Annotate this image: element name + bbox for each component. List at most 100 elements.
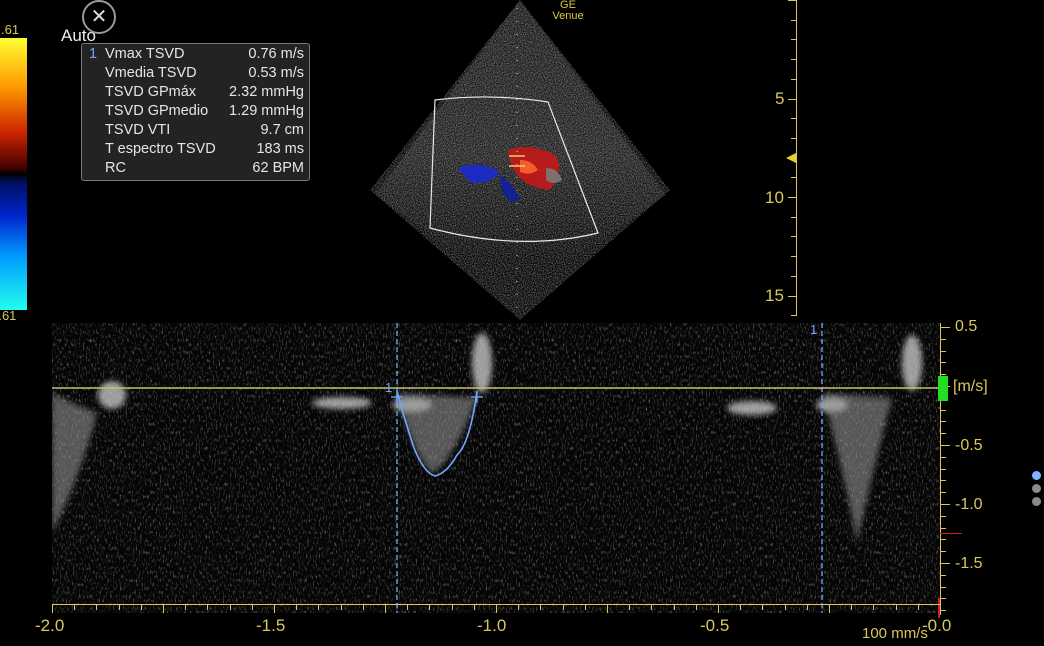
time-tick [851,604,852,610]
velocity-tick [940,551,946,552]
depth-tick [791,217,797,218]
time-tick [52,604,53,613]
time-tick [896,604,897,610]
time-tick [940,604,941,613]
measurement-value: 1.29 mmHg [229,103,304,119]
velocity-label: -1.5 [955,555,983,572]
measurement-label: TSVD GPmáx [105,84,197,100]
time-tick [563,604,564,610]
velocity-tick [940,575,946,576]
velocity-tick [940,410,946,411]
time-tick [341,604,342,610]
measurement-label: Vmax TSVD [105,46,185,62]
time-label: -2.0 [35,616,65,635]
velocity-tick [940,504,950,505]
probe-model: Venue [552,10,584,22]
depth-tick [791,20,797,21]
caliper-label: 1 [810,322,818,337]
depth-label: 5 [775,89,785,108]
measurement-label: T espectro TSVD [105,141,216,157]
velocity-tick [940,421,946,422]
velocity-tick [940,362,946,363]
measurement-row: 1 Vmax TSVD 0.76 m/s [82,45,309,64]
measurement-row: Vmedia TSVD 0.53 m/s [82,64,309,83]
velocity-tick [940,528,946,529]
depth-tick [788,99,797,100]
focus-marker-icon[interactable] [786,152,798,164]
time-tick [385,604,386,613]
probe-logo: GE Venue [540,0,596,22]
velocity-tick [940,480,946,481]
time-tick [185,604,186,610]
time-tick [318,604,319,610]
time-tick [918,604,919,610]
time-tick [674,604,675,610]
time-tick [74,604,75,610]
page-dot[interactable] [1032,497,1041,506]
time-tick [474,604,475,610]
measurement-value: 9.7 cm [260,122,304,138]
velocity-label: -1.0 [955,496,983,513]
velocity-tick [940,539,946,540]
measurement-panel[interactable]: 1 Vmax TSVD 0.76 m/s Vmedia TSVD 0.53 m/s T… [81,43,310,181]
time-tick [785,604,786,610]
baseline-marker[interactable] [938,376,948,401]
time-tick [119,604,120,610]
measurement-index: 1 [89,46,98,62]
time-label: -1.0 [477,616,507,635]
time-tick [696,604,697,610]
colorbar-top-label: .61 [1,22,20,37]
colorbar-bottom-label: -.61 [0,308,17,323]
color-velocity-bar [0,38,27,310]
measurement-row: TSVD VTI 9.7 cm [82,121,309,140]
velocity-tick [940,433,946,434]
velocity-tick [940,339,946,340]
depth-tick [791,79,797,80]
velocity-label: 0.5 [955,318,978,335]
time-tick [651,604,652,610]
ultrasound-sector-image [370,0,670,320]
time-tick [629,604,630,610]
velocity-tick [940,374,946,375]
depth-tick [791,59,797,60]
time-tick [607,604,608,613]
time-tick [740,604,741,610]
time-label: -0.5 [700,616,730,635]
red-marker [940,533,962,534]
time-tick [518,604,519,610]
velocity-tick [940,457,946,458]
depth-tick [791,177,797,178]
trace-marker-label: 1 [385,380,393,395]
measurement-row: TSVD GPmedio 1.29 mmHg [82,102,309,121]
time-tick [829,604,830,613]
depth-tick [791,118,797,119]
time-tick [230,604,231,610]
measurement-label: TSVD GPmedio [105,103,209,119]
time-tick [252,604,253,610]
velocity-tick [940,469,946,470]
measurement-value: 0.53 m/s [248,65,304,81]
time-tick [274,604,275,613]
velocity-tick [940,492,946,493]
time-tick [141,604,142,610]
doppler-spectrum [52,323,940,613]
page-dot[interactable] [1032,484,1041,493]
measurement-label: TSVD VTI [105,122,171,138]
depth-label: 10 [765,188,784,207]
depth-tick [791,138,797,139]
time-tick [585,604,586,610]
depth-label: 15 [765,286,784,305]
velocity-tick [940,351,946,352]
time-tick [540,604,541,610]
depth-tick [788,197,797,198]
close-icon[interactable]: ✕ [82,0,116,34]
time-tick [452,604,453,610]
measurement-row: T espectro TSVD 183 ms [82,140,309,159]
page-dot-active[interactable] [1032,471,1041,480]
depth-tick [791,315,797,316]
time-tick [718,604,719,613]
velocity-tick [940,445,950,446]
sweep-speed: 100 mm/s [862,625,928,642]
measurement-value: 183 ms [256,141,304,157]
depth-tick [791,256,797,257]
